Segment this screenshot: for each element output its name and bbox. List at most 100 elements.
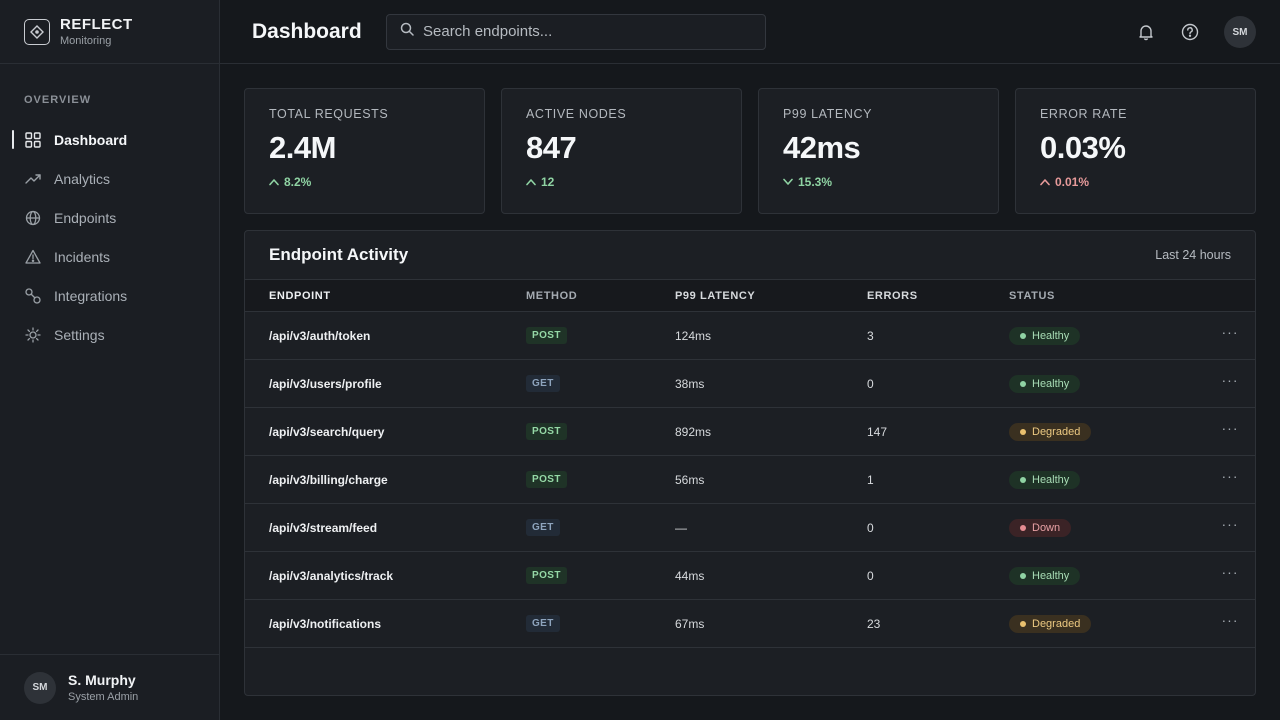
card-title: Endpoint Activity bbox=[269, 245, 409, 264]
stat-label: P99 LATENCY bbox=[783, 107, 873, 121]
stat-value: 42ms bbox=[783, 130, 861, 165]
latency-value: 44ms bbox=[675, 568, 705, 583]
avatar: SM bbox=[24, 671, 56, 704]
sidebar-nav: Dashboard Analytics Endpoints Incidents … bbox=[0, 120, 219, 354]
sidebar-item-analytics[interactable]: Analytics bbox=[0, 159, 219, 198]
stat-delta-value: 0.01% bbox=[1055, 175, 1090, 189]
status-badge: Healthy bbox=[1009, 566, 1081, 585]
more-actions-icon[interactable]: ··· bbox=[1222, 420, 1239, 436]
column-header-endpoint[interactable]: ENDPOINT bbox=[245, 290, 526, 302]
stat-delta: 0.01% bbox=[1040, 175, 1231, 189]
status-dot-icon bbox=[1020, 572, 1026, 579]
stat-value: 847 bbox=[526, 130, 577, 165]
table-row[interactable]: /api/v3/analytics/track POST 44ms 0 Healthy ·… bbox=[245, 552, 1255, 600]
endpoint-path[interactable]: /api/v3/auth/token bbox=[245, 329, 526, 343]
errors-value: 147 bbox=[867, 424, 888, 439]
top-header: Dashboard SM bbox=[220, 0, 1280, 64]
sidebar-item-incidents[interactable]: Incidents bbox=[0, 237, 219, 276]
method-badge: GET bbox=[526, 519, 560, 536]
arrow-up-icon bbox=[1040, 179, 1050, 186]
more-actions-icon[interactable]: ··· bbox=[1222, 516, 1239, 532]
stat-card-active-nodes: ACTIVE NODES 847 12 bbox=[501, 88, 742, 214]
endpoint-path[interactable]: /api/v3/search/query bbox=[245, 425, 526, 439]
status-label: Healthy bbox=[1032, 473, 1070, 486]
endpoint-path[interactable]: /api/v3/users/profile bbox=[245, 377, 526, 391]
table-header: ENDPOINT METHOD P99 LATENCY ERRORS STATU… bbox=[245, 280, 1255, 312]
endpoint-path[interactable]: /api/v3/billing/charge bbox=[245, 473, 526, 487]
status-dot-icon bbox=[1020, 380, 1026, 387]
time-range-label[interactable]: Last 24 hours bbox=[1155, 248, 1231, 262]
reflect-logo-icon bbox=[24, 18, 50, 45]
table-row[interactable]: /api/v3/stream/feed GET — 0 Down ··· bbox=[245, 504, 1255, 552]
latency-value: 892ms bbox=[675, 424, 712, 439]
latency-value: — bbox=[675, 520, 687, 535]
table-row[interactable]: /api/v3/search/query POST 892ms 147 Degraded… bbox=[245, 408, 1255, 456]
more-actions-icon[interactable]: ··· bbox=[1222, 468, 1239, 484]
method-badge: POST bbox=[526, 327, 567, 344]
method-badge: GET bbox=[526, 375, 560, 392]
status-dot-icon bbox=[1020, 476, 1026, 483]
status-dot-icon bbox=[1020, 428, 1026, 435]
latency-value: 38ms bbox=[675, 376, 705, 391]
user-role: System Admin bbox=[68, 691, 139, 703]
nav-section-label: OVERVIEW bbox=[24, 94, 92, 106]
search-input[interactable] bbox=[423, 23, 743, 40]
sidebar-item-label: Incidents bbox=[54, 248, 111, 265]
endpoint-path[interactable]: /api/v3/analytics/track bbox=[245, 569, 526, 583]
page-title: Dashboard bbox=[252, 19, 362, 43]
stat-delta: 8.2% bbox=[269, 175, 460, 189]
stat-card-total-requests: TOTAL REQUESTS 2.4M 8.2% bbox=[244, 88, 485, 214]
search-icon bbox=[400, 22, 414, 41]
column-header-method[interactable]: METHOD bbox=[526, 290, 675, 302]
stat-value: 2.4M bbox=[269, 130, 336, 165]
table-row[interactable]: /api/v3/notifications GET 67ms 23 Degraded ··… bbox=[245, 600, 1255, 648]
user-profile[interactable]: SM S. Murphy System Admin bbox=[0, 654, 219, 720]
sidebar-item-label: Integrations bbox=[54, 287, 128, 304]
stat-value: 0.03% bbox=[1040, 130, 1126, 165]
table-row[interactable]: /api/v3/auth/token POST 124ms 3 Healthy ··· bbox=[245, 312, 1255, 360]
bell-icon[interactable] bbox=[1136, 22, 1156, 42]
header-avatar[interactable]: SM bbox=[1224, 16, 1256, 48]
errors-value: 3 bbox=[867, 328, 874, 343]
table-row[interactable]: /api/v3/billing/charge POST 56ms 1 Healthy ··… bbox=[245, 456, 1255, 504]
stat-delta-value: 8.2% bbox=[284, 175, 312, 189]
more-actions-icon[interactable]: ··· bbox=[1222, 372, 1239, 388]
status-dot-icon bbox=[1020, 620, 1026, 627]
sidebar-item-integrations[interactable]: Integrations bbox=[0, 276, 219, 315]
more-actions-icon[interactable]: ··· bbox=[1222, 324, 1239, 340]
sidebar-item-settings[interactable]: Settings bbox=[0, 315, 219, 354]
endpoint-path[interactable]: /api/v3/stream/feed bbox=[245, 521, 526, 535]
gear-icon bbox=[25, 326, 41, 343]
column-header-errors[interactable]: ERRORS bbox=[867, 290, 1009, 302]
column-header-latency[interactable]: P99 LATENCY bbox=[675, 290, 867, 302]
help-icon[interactable] bbox=[1180, 22, 1200, 42]
status-label: Healthy bbox=[1032, 377, 1070, 390]
sidebar-item-dashboard[interactable]: Dashboard bbox=[0, 120, 219, 159]
user-name: S. Murphy bbox=[68, 672, 136, 688]
stat-card-p99-latency: P99 LATENCY 42ms 15.3% bbox=[758, 88, 999, 214]
table-body: /api/v3/auth/token POST 124ms 3 Healthy ···/a… bbox=[245, 312, 1255, 648]
globe-icon bbox=[25, 210, 41, 226]
stat-delta: 15.3% bbox=[783, 175, 974, 189]
method-badge: POST bbox=[526, 567, 567, 584]
column-header-status[interactable]: STATUS bbox=[1009, 290, 1205, 302]
stat-card-error-rate: ERROR RATE 0.03% 0.01% bbox=[1015, 88, 1256, 214]
status-dot-icon bbox=[1020, 524, 1026, 531]
sidebar-item-endpoints[interactable]: Endpoints bbox=[0, 198, 219, 237]
table-row[interactable]: /api/v3/users/profile GET 38ms 0 Healthy ··· bbox=[245, 360, 1255, 408]
method-badge: POST bbox=[526, 471, 567, 488]
status-badge: Degraded bbox=[1009, 422, 1092, 441]
status-dot-icon bbox=[1020, 332, 1026, 339]
more-actions-icon[interactable]: ··· bbox=[1222, 612, 1239, 628]
search-box[interactable] bbox=[386, 13, 766, 50]
endpoint-activity-card: Endpoint Activity Last 24 hours ENDPOINT… bbox=[244, 230, 1256, 696]
latency-value: 67ms bbox=[675, 616, 705, 631]
status-label: Degraded bbox=[1032, 425, 1081, 438]
errors-value: 23 bbox=[867, 616, 881, 631]
status-badge: Healthy bbox=[1009, 470, 1081, 489]
brand[interactable]: REFLECT Monitoring bbox=[0, 0, 219, 64]
endpoint-path[interactable]: /api/v3/notifications bbox=[245, 617, 526, 631]
stat-delta-value: 15.3% bbox=[798, 175, 833, 189]
more-actions-icon[interactable]: ··· bbox=[1222, 564, 1239, 580]
sidebar: REFLECT Monitoring OVERVIEW Dashboard An… bbox=[0, 0, 220, 720]
